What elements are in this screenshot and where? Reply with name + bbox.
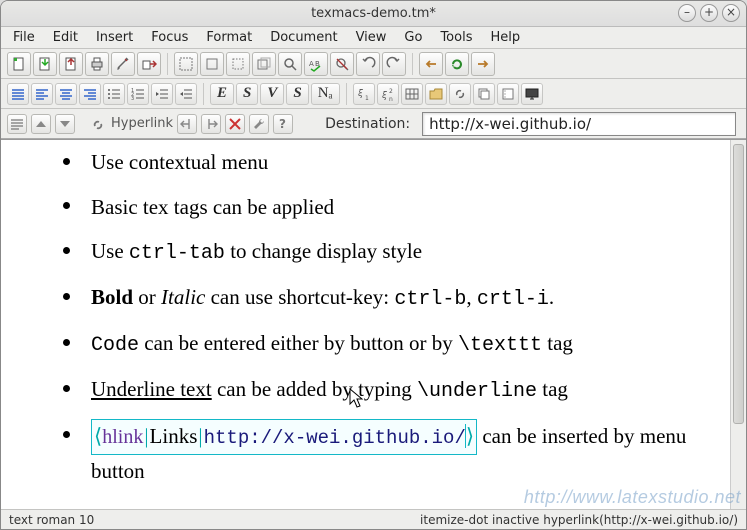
new-doc-icon[interactable] bbox=[7, 52, 31, 76]
menu-bar: File Edit Insert Focus Format Document V… bbox=[1, 27, 746, 49]
dashed-frame-icon[interactable] bbox=[226, 52, 250, 76]
image-folder-icon[interactable] bbox=[425, 83, 447, 105]
destination-input[interactable]: http://x-wei.github.io/ bbox=[422, 112, 736, 136]
maximize-button[interactable]: + bbox=[700, 4, 718, 22]
svg-text:n: n bbox=[389, 96, 393, 102]
list-item: Use contextual menu bbox=[45, 146, 690, 179]
triangle-up-icon[interactable] bbox=[31, 114, 51, 134]
exit-right-icon[interactable] bbox=[201, 114, 221, 134]
align-justify-icon[interactable] bbox=[7, 83, 29, 105]
preferences-icon[interactable] bbox=[111, 52, 135, 76]
hlink-active-tag[interactable]: ⟨hlink|Links|http://x-wei.github.io/⟩ bbox=[91, 419, 477, 454]
menu-go[interactable]: Go bbox=[396, 28, 430, 47]
main-toolbar: AB bbox=[1, 49, 746, 79]
menu-tools[interactable]: Tools bbox=[432, 28, 480, 47]
list-item: Code can be entered either by button or … bbox=[45, 327, 690, 361]
list-item: Use ctrl-tab to change display style bbox=[45, 235, 690, 269]
menu-file[interactable]: File bbox=[5, 28, 43, 47]
list-bullets-icon[interactable] bbox=[103, 83, 125, 105]
image-stack-icon[interactable] bbox=[473, 83, 495, 105]
document-content[interactable]: Use contextual menu Basic tex tags can b… bbox=[1, 140, 730, 509]
context-bar: Hyperlink ? Destination: http://x-wei.gi… bbox=[1, 109, 746, 139]
subscript-icon[interactable]: ξ1 bbox=[353, 83, 375, 105]
superscript-icon[interactable]: ξ2n bbox=[377, 83, 399, 105]
export-icon[interactable] bbox=[137, 52, 161, 76]
triangle-down-icon[interactable] bbox=[55, 114, 75, 134]
sample-button[interactable]: S bbox=[286, 83, 308, 105]
list-item: ⟨hlink|Links|http://x-wei.github.io/⟩ ca… bbox=[45, 419, 690, 487]
svg-text:?: ? bbox=[279, 117, 286, 131]
menu-focus[interactable]: Focus bbox=[143, 28, 196, 47]
link-icon[interactable] bbox=[449, 83, 471, 105]
menu-help[interactable]: Help bbox=[482, 28, 528, 47]
spell-icon[interactable]: AB bbox=[304, 52, 328, 76]
open-doc-icon[interactable] bbox=[33, 52, 57, 76]
destination-value: http://x-wei.github.io/ bbox=[429, 115, 591, 133]
svg-text:1: 1 bbox=[365, 95, 369, 102]
name-button[interactable]: Nₐ bbox=[311, 83, 340, 105]
emphasize-button[interactable]: E bbox=[210, 83, 234, 105]
status-right: itemize-dot inactive hyperlink(http://x-… bbox=[420, 513, 738, 527]
destination-label: Destination: bbox=[325, 116, 410, 132]
paragraph-icon[interactable] bbox=[7, 114, 27, 134]
find-icon[interactable] bbox=[278, 52, 302, 76]
document-area: Use contextual menu Basic tex tags can b… bbox=[1, 139, 746, 509]
list-item: Basic tex tags can be applied bbox=[45, 191, 690, 224]
cancel-icon[interactable] bbox=[330, 52, 354, 76]
vertical-scrollbar[interactable] bbox=[730, 140, 746, 509]
table-icon[interactable] bbox=[401, 83, 423, 105]
back-hand-icon[interactable] bbox=[419, 52, 443, 76]
wrench-icon[interactable] bbox=[249, 114, 269, 134]
exit-left-icon[interactable] bbox=[177, 114, 197, 134]
print-icon[interactable] bbox=[85, 52, 109, 76]
window-title: texmacs-demo.tm* bbox=[311, 6, 436, 21]
presentation-icon[interactable] bbox=[521, 83, 543, 105]
help-icon[interactable]: ? bbox=[273, 114, 293, 134]
delete-tag-icon[interactable] bbox=[225, 114, 245, 134]
outdent-icon[interactable] bbox=[175, 83, 197, 105]
section-icon[interactable] bbox=[174, 52, 198, 76]
list-numbers-icon[interactable]: 123 bbox=[127, 83, 149, 105]
minimize-button[interactable]: – bbox=[678, 4, 696, 22]
indent-icon[interactable] bbox=[151, 83, 173, 105]
animation-icon[interactable] bbox=[497, 83, 519, 105]
format-toolbar: 123 E S V S Nₐ ξ1 ξ2n bbox=[1, 79, 746, 109]
scrollbar-thumb[interactable] bbox=[733, 144, 744, 424]
clip-icon[interactable] bbox=[252, 52, 276, 76]
refresh-icon[interactable] bbox=[445, 52, 469, 76]
hyperlink-label: Hyperlink bbox=[111, 116, 173, 131]
align-center-icon[interactable] bbox=[55, 83, 77, 105]
align-left-icon[interactable] bbox=[31, 83, 53, 105]
close-button[interactable]: × bbox=[722, 4, 740, 22]
menu-view[interactable]: View bbox=[348, 28, 395, 47]
status-bar: text roman 10 itemize-dot inactive hyper… bbox=[1, 509, 746, 529]
forward-hand-icon[interactable] bbox=[471, 52, 495, 76]
redo-icon[interactable] bbox=[382, 52, 406, 76]
status-left: text roman 10 bbox=[9, 513, 94, 527]
menu-format[interactable]: Format bbox=[198, 28, 260, 47]
hyperlink-icon bbox=[89, 115, 107, 133]
menu-insert[interactable]: Insert bbox=[88, 28, 141, 47]
verbatim-button[interactable]: V bbox=[260, 83, 284, 105]
align-right-icon[interactable] bbox=[79, 83, 101, 105]
svg-text:ξ: ξ bbox=[357, 89, 364, 99]
svg-text:3: 3 bbox=[131, 96, 134, 102]
undo-icon[interactable] bbox=[356, 52, 380, 76]
title-bar: texmacs-demo.tm* – + × bbox=[1, 1, 746, 27]
save-doc-icon[interactable] bbox=[59, 52, 83, 76]
list-item: Bold or Italic can use shortcut-key: ctr… bbox=[45, 281, 690, 315]
strong-button[interactable]: S bbox=[236, 83, 258, 105]
svg-text:2: 2 bbox=[389, 88, 393, 95]
svg-text:ξ: ξ bbox=[381, 91, 388, 101]
list-item: Underline text can be added by typing \u… bbox=[45, 373, 690, 407]
menu-document[interactable]: Document bbox=[262, 28, 345, 47]
menu-edit[interactable]: Edit bbox=[45, 28, 86, 47]
frame-icon[interactable] bbox=[200, 52, 224, 76]
svg-text:A: A bbox=[309, 60, 314, 68]
